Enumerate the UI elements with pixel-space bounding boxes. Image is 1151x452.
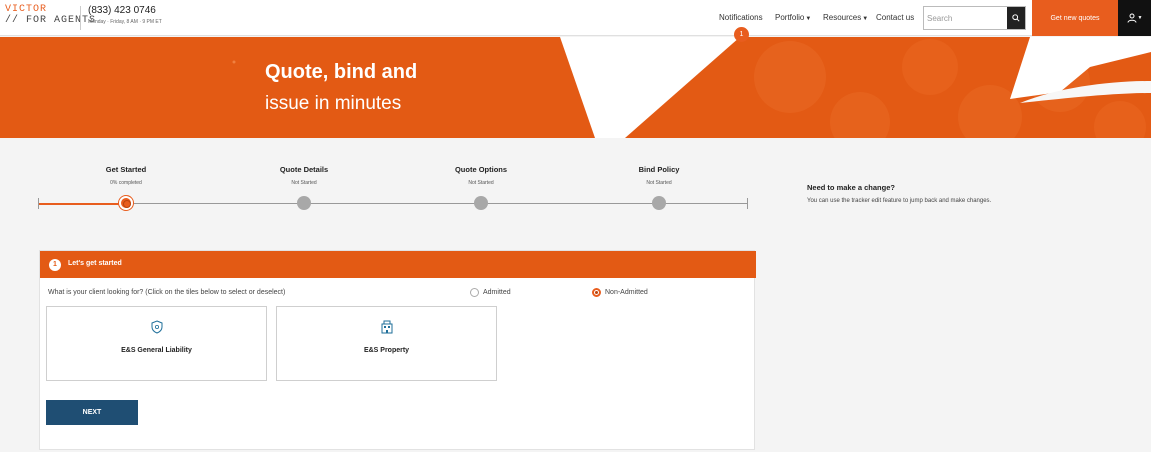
- header-divider: [80, 6, 81, 30]
- step-status: Not Started: [291, 180, 317, 186]
- radio-circle[interactable]: [470, 288, 479, 297]
- step-dot: [474, 196, 488, 210]
- progress-tracker: Get Started 0% completed Quote Details N…: [38, 165, 750, 220]
- tracker-line-progress: [38, 203, 126, 205]
- caret-down-icon: ▼: [862, 16, 869, 22]
- top-header: VICTOR // FOR AGENTS (833) 423 0746 Mond…: [0, 0, 1151, 36]
- step-number-badge: 1: [49, 259, 61, 271]
- radio-non-admitted-label: Non-Admitted: [605, 289, 648, 296]
- hero-title: Quote, bind and: [265, 61, 418, 83]
- tile-label: E&S General Liability: [121, 347, 192, 354]
- nav-resources[interactable]: Resources▼: [823, 13, 868, 22]
- tile-es-property[interactable]: E&S Property: [276, 306, 497, 381]
- card-title: Let's get started: [68, 260, 122, 267]
- tile-label: E&S Property: [363, 347, 410, 354]
- phone-number: (833) 423 0746: [88, 5, 156, 16]
- radio-admitted[interactable]: Admitted: [470, 288, 511, 297]
- client-question: What is your client looking for? (Click …: [48, 289, 286, 296]
- tracker-line: [38, 203, 748, 204]
- step-title: Quote Options: [454, 165, 508, 174]
- tile-es-general-liability[interactable]: E&S General Liability: [46, 306, 267, 381]
- victor-logo[interactable]: VICTOR // FOR AGENTS: [5, 4, 96, 26]
- hero-decoration: [232, 37, 1151, 138]
- step-dot-active: [119, 196, 133, 210]
- tracker-step-get-started[interactable]: Get Started 0% completed: [66, 165, 186, 210]
- nav-portfolio-label: Portfolio: [775, 13, 805, 22]
- search-box: [923, 6, 1026, 30]
- business-hours: Monday · Friday, 8 AM · 9 PM ET: [88, 19, 162, 25]
- user-icon: [1127, 13, 1137, 23]
- card-header: 1 Let's get started: [40, 251, 756, 278]
- shield-icon: [151, 320, 162, 334]
- nav-portfolio[interactable]: Portfolio▼: [775, 13, 811, 22]
- step-dot: [652, 196, 666, 210]
- notification-count-badge[interactable]: 1: [734, 27, 749, 42]
- step-title: Get Started: [105, 165, 147, 174]
- tracker-start-tick: [38, 198, 39, 209]
- next-button[interactable]: NEXT: [46, 400, 138, 425]
- tracker-step-quote-options[interactable]: Quote Options Not Started: [421, 165, 541, 210]
- user-menu-button[interactable]: ▼: [1118, 0, 1151, 36]
- caret-down-icon: ▼: [805, 16, 812, 22]
- tracker-step-bind-policy[interactable]: Bind Policy Not Started: [599, 165, 719, 210]
- search-icon: [1012, 14, 1020, 22]
- hero-banner: Quote, bind and issue in minutes: [0, 37, 1151, 138]
- help-title: Need to make a change?: [807, 183, 895, 192]
- radio-admitted-label: Admitted: [483, 289, 511, 296]
- step-status: 0% completed: [110, 180, 142, 186]
- building-icon: [381, 320, 392, 334]
- step-dot: [297, 196, 311, 210]
- nav-resources-label: Resources: [823, 13, 862, 22]
- tracker-end-tick: [747, 198, 748, 209]
- step-title: Bind Policy: [638, 165, 680, 174]
- nav-contact[interactable]: Contact us: [876, 13, 914, 22]
- logo-bottom-text: // FOR AGENTS: [5, 15, 97, 26]
- logo-top-text: VICTOR: [5, 4, 48, 15]
- nav-notifications[interactable]: Notifications: [719, 13, 763, 22]
- help-panel: Need to make a change? You can use the t…: [807, 183, 1107, 204]
- get-new-quotes-button[interactable]: Get new quotes: [1032, 0, 1118, 36]
- radio-circle-checked[interactable]: [592, 288, 601, 297]
- radio-non-admitted[interactable]: Non-Admitted: [592, 288, 648, 297]
- search-input[interactable]: [927, 11, 1007, 25]
- step-status: Not Started: [646, 180, 672, 186]
- help-text: You can use the tracker edit feature to …: [807, 198, 992, 204]
- step-title: Quote Details: [279, 165, 329, 174]
- hero-subtitle: issue in minutes: [265, 93, 402, 114]
- tracker-step-quote-details[interactable]: Quote Details Not Started: [244, 165, 364, 210]
- caret-down-icon: ▼: [1137, 15, 1143, 21]
- step-status: Not Started: [468, 180, 494, 186]
- get-started-card: 1 Let's get started What is your client …: [39, 250, 756, 450]
- search-button[interactable]: [1007, 7, 1025, 29]
